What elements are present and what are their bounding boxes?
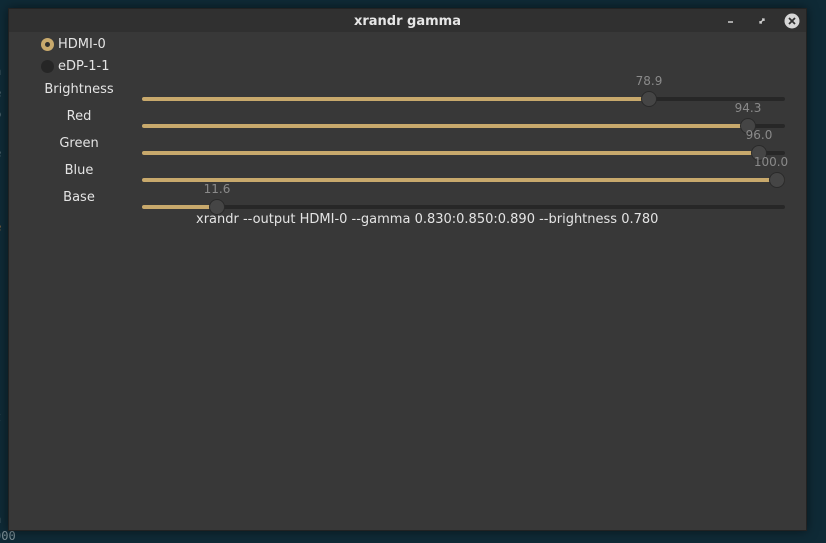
slider-value: 94.3 [734, 101, 762, 115]
base-label: Base [63, 190, 95, 205]
close-button[interactable] [783, 12, 801, 30]
window-title: xrandr gamma [353, 14, 461, 29]
xrandr-gamma-window: xrandr gamma HDMI-0 eDP-1-1 Brightness 7… [8, 8, 807, 531]
maximize-button[interactable] [753, 12, 771, 30]
slider-fill [142, 178, 785, 182]
bg-text-fragment: ( [0, 430, 1, 444]
minimize-button[interactable] [722, 12, 740, 30]
bg-text-fragment: e [0, 146, 1, 160]
minimize-icon [728, 21, 733, 23]
slider-value: 96.0 [745, 128, 773, 142]
bg-text-fragment: e [0, 86, 1, 100]
radio-button[interactable] [41, 37, 54, 51]
slider-handle[interactable] [641, 91, 657, 107]
radio-output-hdmi-0[interactable]: HDMI-0 [41, 36, 106, 52]
close-icon [784, 13, 800, 29]
brightness-label: Brightness [44, 82, 114, 97]
blue-label: Blue [64, 163, 94, 178]
slider-value: 78.9 [635, 74, 663, 88]
bg-text-fragment: z [0, 410, 1, 424]
maximize-icon [759, 18, 765, 24]
slider-fill [142, 124, 748, 128]
bg-text-fragment: a [0, 64, 1, 78]
slider-handle[interactable] [769, 172, 785, 188]
bg-text-fragment: p [0, 107, 1, 121]
green-label: Green [59, 136, 99, 151]
radio-label: eDP-1-1 [58, 58, 110, 74]
radio-label: HDMI-0 [58, 36, 106, 52]
slider-track[interactable] [142, 205, 785, 209]
command-output: xrandr --output HDMI-0 --gamma 0.830:0.8… [196, 212, 659, 227]
radio-output-edp-1-1[interactable]: eDP-1-1 [41, 58, 110, 74]
titlebar[interactable]: xrandr gamma [9, 9, 806, 32]
radio-button[interactable] [41, 59, 54, 73]
red-label: Red [66, 109, 92, 124]
bg-text-fragment: 000 [0, 529, 16, 543]
red-slider[interactable]: 94.3 [142, 101, 785, 135]
slider-value: 100.0 [753, 155, 789, 169]
slider-value: 11.6 [203, 182, 231, 196]
bg-text-fragment: a [0, 512, 1, 526]
brightness-slider[interactable]: 78.9 [142, 74, 785, 108]
green-slider[interactable]: 96.0 [142, 128, 785, 162]
bg-text-fragment: e [0, 220, 1, 234]
slider-fill [142, 151, 759, 155]
slider-fill [142, 97, 649, 101]
slider-fill [142, 205, 217, 209]
blue-slider[interactable]: 100.0 [142, 155, 788, 189]
